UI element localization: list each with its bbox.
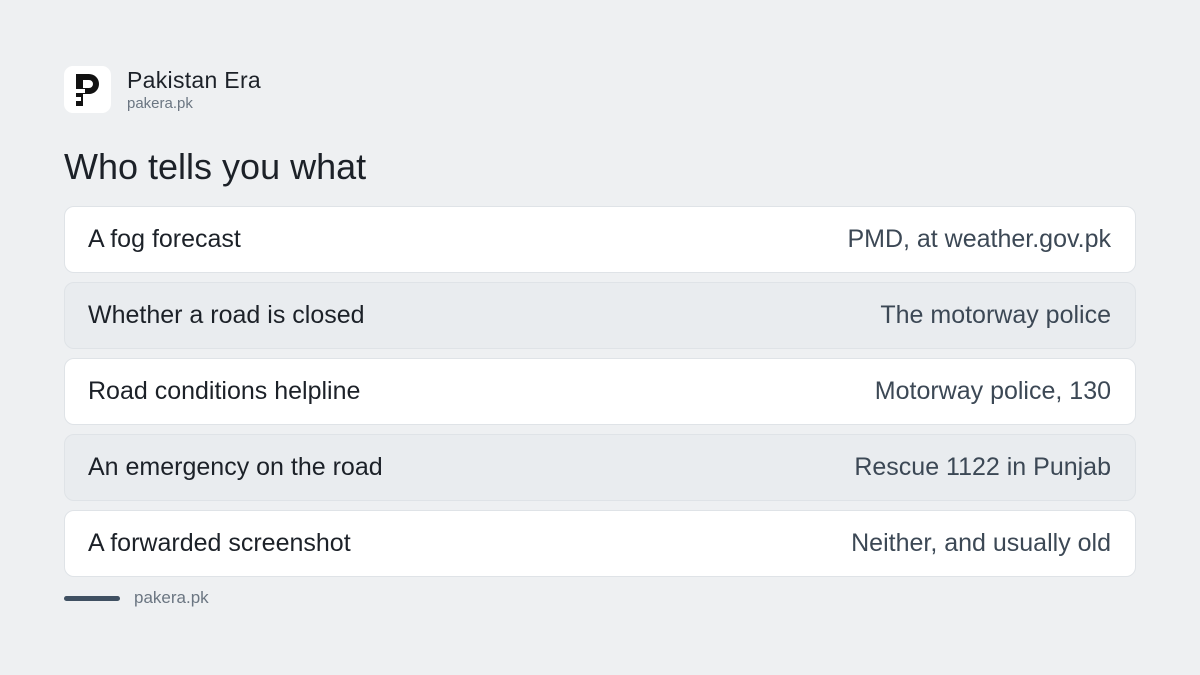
row-label: Road conditions helpline xyxy=(88,377,361,405)
info-table: A fog forecast PMD, at weather.gov.pk Wh… xyxy=(64,206,1136,586)
row-value: Motorway police, 130 xyxy=(874,377,1111,405)
table-row: Whether a road is closed The motorway po… xyxy=(64,282,1136,349)
footer-accent-bar xyxy=(64,595,120,601)
page-title: Who tells you what xyxy=(64,146,367,187)
table-row: Road conditions helpline Motorway police… xyxy=(64,358,1136,425)
footer: pakera.pk xyxy=(64,588,209,608)
table-row: A fog forecast PMD, at weather.gov.pk xyxy=(64,206,1136,273)
row-label: An emergency on the road xyxy=(88,453,383,481)
row-value: Rescue 1122 in Punjab xyxy=(854,453,1111,481)
row-value: Neither, and usually old xyxy=(851,529,1111,557)
row-value: The motorway police xyxy=(880,301,1111,329)
row-label: Whether a road is closed xyxy=(88,301,365,329)
footer-url: pakera.pk xyxy=(134,588,209,607)
brand-header: Pakistan Era pakera.pk xyxy=(64,66,261,113)
row-value: PMD, at weather.gov.pk xyxy=(847,225,1111,253)
pakistan-era-logo-icon xyxy=(64,66,111,113)
brand-name: Pakistan Era xyxy=(127,67,261,93)
brand-text: Pakistan Era pakera.pk xyxy=(127,66,261,113)
row-label: A forwarded screenshot xyxy=(88,529,351,557)
table-row: An emergency on the road Rescue 1122 in … xyxy=(64,434,1136,501)
row-label: A fog forecast xyxy=(88,225,241,253)
brand-url: pakera.pk xyxy=(127,95,193,112)
table-row: A forwarded screenshot Neither, and usua… xyxy=(64,510,1136,577)
